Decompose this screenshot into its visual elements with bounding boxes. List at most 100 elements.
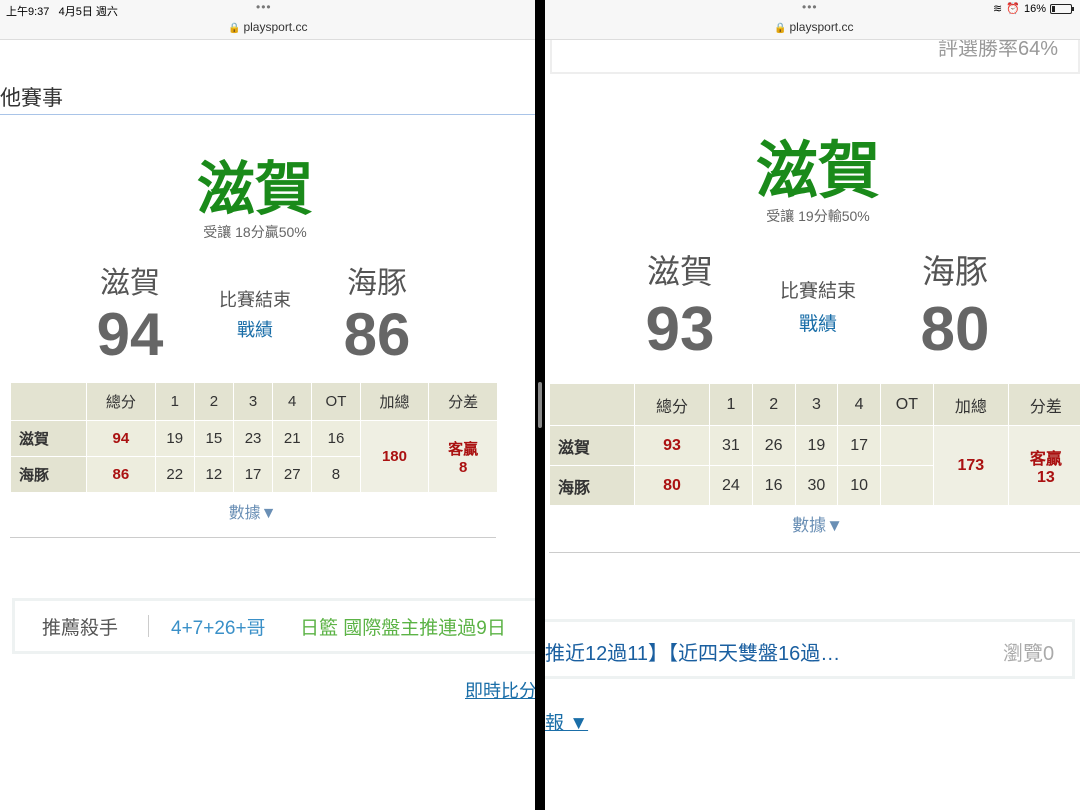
row-total: 94 (86, 420, 156, 457)
header-sum: 加總 (932, 383, 1009, 426)
header-ot: OT (311, 382, 361, 421)
recommend-code[interactable]: 4+7+26+哥 (171, 613, 266, 640)
record-link[interactable]: 戰績 (200, 316, 310, 342)
row-total: 86 (86, 456, 156, 493)
recommend-label: 推薦殺手 (42, 618, 119, 639)
away-team-name: 海豚 (922, 253, 988, 290)
score-table-header: 總分 1 2 3 4 OT 加總 分差 (10, 382, 498, 421)
left-pane: 上午9:37 4月5日 週六 ••• 🔒 playsport.cc 他賽事 滋賀 … (0, 0, 535, 810)
home-team-score: 94 (96, 301, 164, 368)
row-team: 滋賀 (10, 420, 87, 457)
lock-icon: 🔒 (774, 23, 787, 34)
header-q1: 1 (154, 382, 195, 421)
section-heading: 他賽事 (0, 82, 535, 115)
recommend-separator (148, 615, 149, 637)
recommend-title[interactable]: 日籃 國際盤主推連過9日 (300, 613, 506, 640)
row-ot (880, 425, 934, 466)
more-data-toggle[interactable]: 數據▼ (745, 511, 890, 536)
address-bar[interactable]: 🔒 playsport.cc (774, 20, 853, 34)
battery-percent: 16% (1023, 2, 1046, 15)
table-row: 滋賀 93 31 26 19 17 173 客贏 13 (549, 425, 1080, 506)
game-status: 比賽結束 (219, 290, 291, 310)
divider (10, 537, 496, 538)
right-pane: 評選勝率64% ••• 🔒 playsport.cc ≋ ⏰ 16% 滋賀 受讓 … (545, 0, 1080, 810)
header-total: 總分 (633, 383, 711, 426)
row-q2: 15 (193, 420, 234, 457)
header-diff: 分差 (1007, 383, 1080, 426)
home-team-name: 滋賀 (100, 267, 160, 300)
header-q3: 3 (794, 383, 839, 426)
header-blank (549, 383, 635, 426)
home-team-score: 93 (645, 295, 715, 364)
header-q2: 2 (751, 383, 796, 426)
row-team: 海豚 (10, 456, 87, 493)
row-q1: 22 (154, 456, 195, 493)
game-status: 比賽結束 (779, 281, 856, 302)
header-q2: 2 (193, 382, 234, 421)
alarm-icon: ⏰ (1006, 3, 1020, 15)
status-indicators: ≋ ⏰ 16% (993, 2, 1074, 15)
row-total: 80 (633, 465, 711, 506)
header-diff: 分差 (428, 382, 498, 421)
tab-dots-icon[interactable]: ••• (256, 0, 272, 14)
row-q2: 12 (193, 456, 234, 493)
total-sum: 173 (932, 425, 1009, 506)
row-ot: 8 (311, 456, 361, 493)
record-link[interactable]: 戰績 (763, 309, 873, 336)
more-data-toggle[interactable]: 數據▼ (180, 499, 325, 523)
divider (549, 552, 1080, 553)
handicap-result: 受讓 19分輸50% (766, 208, 870, 224)
score-table: 總分 1 2 3 4 OT 加總 分差 滋賀 93 31 26 19 17 17… (549, 383, 1080, 506)
split-view: 上午9:37 4月5日 週六 ••• 🔒 playsport.cc 他賽事 滋賀 … (0, 0, 1080, 810)
handicap-result: 受讓 18分贏50% (203, 224, 307, 240)
header-q1: 1 (709, 383, 753, 426)
row-team: 海豚 (549, 465, 635, 506)
header-q4: 4 (272, 382, 313, 421)
winner-name: 滋賀 (196, 157, 313, 222)
total-sum: 180 (359, 420, 430, 493)
table-row: 滋賀 94 19 15 23 21 16 180 客贏 8 (10, 420, 498, 493)
status-time-date: 上午9:37 4月5日 週六 (6, 6, 118, 18)
row-q4: 17 (837, 425, 881, 466)
report-link[interactable]: 報 ▼ (545, 708, 588, 735)
away-team-name: 海豚 (347, 267, 407, 300)
row-q2: 26 (751, 425, 796, 466)
row-q4: 27 (272, 456, 313, 493)
header-q3: 3 (232, 382, 274, 421)
row-q4: 21 (272, 420, 313, 457)
left-browser-bar: 上午9:37 4月5日 週六 ••• 🔒 playsport.cc (0, 0, 535, 40)
away-team-score: 80 (920, 295, 990, 364)
battery-fill (1052, 5, 1056, 12)
row-q1: 24 (709, 465, 753, 506)
row-q3: 30 (794, 465, 839, 506)
row-q3: 23 (232, 420, 274, 457)
live-score-link[interactable]: 即時比分 (465, 677, 535, 703)
row-q3: 19 (794, 425, 839, 466)
row-q1: 19 (154, 420, 195, 457)
winner-name: 滋賀 (755, 137, 880, 206)
right-browser-bar: ••• 🔒 playsport.cc ≋ ⏰ 16% (545, 0, 1080, 40)
score-table-header: 總分 1 2 3 4 OT 加總 分差 (549, 383, 1080, 426)
address-bar[interactable]: 🔒 playsport.cc (228, 20, 307, 34)
row-q3: 17 (232, 456, 274, 493)
row-team: 滋賀 (549, 425, 635, 466)
away-team-score: 86 (343, 301, 411, 368)
row-ot (880, 465, 934, 506)
score-table: 總分 1 2 3 4 OT 加總 分差 滋賀 94 19 15 23 21 16… (10, 382, 498, 493)
split-divider[interactable] (535, 0, 545, 810)
header-q4: 4 (837, 383, 881, 426)
row-q2: 16 (751, 465, 796, 506)
header-total: 總分 (86, 382, 156, 421)
split-handle[interactable] (538, 382, 542, 428)
header-ot: OT (880, 383, 934, 426)
article-title[interactable]: 推近12過11】【近四天雙盤16過… (545, 637, 840, 666)
row-ot: 16 (311, 420, 361, 457)
row-q1: 31 (709, 425, 753, 466)
battery-icon (1050, 3, 1074, 14)
tab-dots-icon[interactable]: ••• (802, 0, 818, 14)
home-team-name: 滋賀 (647, 253, 713, 290)
view-count: 瀏覽0 (1003, 643, 1055, 665)
point-diff: 客贏 8 (428, 420, 498, 493)
header-sum: 加總 (359, 382, 430, 421)
wifi-icon: ≋ (993, 3, 1003, 15)
